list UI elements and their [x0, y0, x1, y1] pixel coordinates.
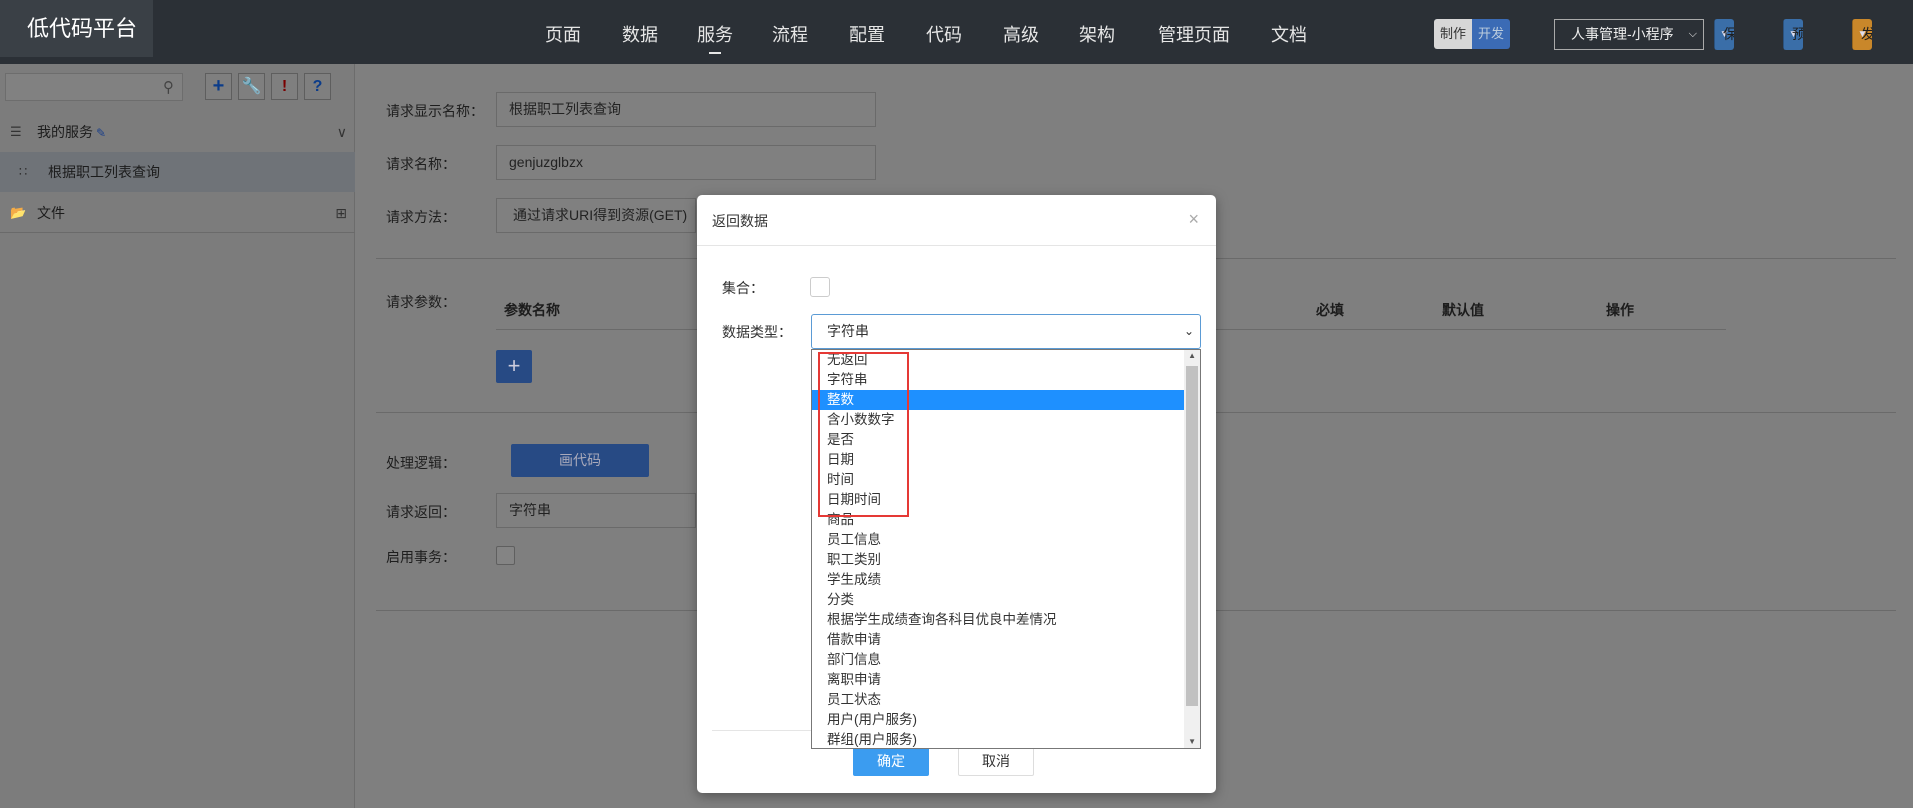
- files-label: 文件: [37, 205, 65, 221]
- collection-label: 集合：: [722, 280, 764, 296]
- col-required: 必填: [1316, 302, 1344, 318]
- add-button[interactable]: +: [205, 73, 232, 100]
- option-item[interactable]: 时间: [812, 470, 1184, 490]
- col-default: 默认值: [1442, 302, 1484, 318]
- search-icon: ⚲: [163, 79, 174, 96]
- data-type-value: 字符串: [827, 323, 869, 339]
- option-item[interactable]: 员工信息: [812, 530, 1184, 550]
- option-item[interactable]: 群组(用户服务): [812, 730, 1184, 748]
- scroll-thumb[interactable]: [1186, 366, 1198, 706]
- sidebar: ⚲ + 🔧 ! ? ☰ 我的服务 ✎ ∨ ∷ 根据职工列表查询 📂 文件 ⊞: [0, 64, 355, 808]
- nav-architecture[interactable]: 架构: [1056, 0, 1138, 64]
- option-item[interactable]: 分类: [812, 590, 1184, 610]
- collection-checkbox[interactable]: [810, 277, 830, 297]
- option-item[interactable]: 借款申请: [812, 630, 1184, 650]
- pencil-icon[interactable]: ✎: [96, 126, 106, 140]
- top-bar: 低代码平台 页面 数据 服务 流程 配置 代码 高级 架构 管理页面 文档 制作…: [0, 0, 1913, 64]
- scroll-up-icon[interactable]: ▲: [1188, 351, 1196, 360]
- publish-label: 发布: [1861, 26, 1872, 42]
- add-param-button[interactable]: +: [496, 350, 532, 383]
- method-select[interactable]: 通过请求URI得到资源(GET): [496, 198, 696, 233]
- option-item[interactable]: 离职申请: [812, 670, 1184, 690]
- close-icon[interactable]: ×: [1188, 209, 1199, 230]
- option-item[interactable]: 根据学生成绩查询各科目优良中差情况: [812, 610, 1184, 630]
- nav-flow[interactable]: 流程: [748, 0, 832, 64]
- nav-config[interactable]: 配置: [832, 0, 902, 64]
- dropdown-scrollbar[interactable]: ▲ ▼: [1184, 350, 1200, 748]
- search-input[interactable]: ⚲: [5, 73, 183, 101]
- warning-button[interactable]: !: [271, 73, 298, 100]
- name-input[interactable]: genjuzglbzx: [496, 145, 876, 180]
- grid-icon: ∷: [19, 164, 28, 179]
- mode-dev[interactable]: 开发: [1472, 19, 1511, 49]
- main-nav: 页面 数据 服务 流程 配置 代码 高级 架构 管理页面 文档: [528, 0, 1328, 64]
- dialog-title: 返回数据: [712, 213, 768, 229]
- cancel-button[interactable]: 取消: [958, 746, 1034, 776]
- project-select-value: 人事管理-小程序: [1571, 26, 1674, 42]
- data-type-label: 数据类型：: [722, 324, 792, 340]
- preview-label: 预览: [1792, 26, 1803, 42]
- option-item[interactable]: 员工状态: [812, 690, 1184, 710]
- dialog-header-divider: [697, 245, 1216, 246]
- col-ops: 操作: [1606, 302, 1634, 318]
- save-label: 保存: [1723, 26, 1734, 42]
- wrench-icon[interactable]: 🔧: [238, 73, 265, 100]
- display-name-input[interactable]: 根据职工列表查询: [496, 92, 876, 127]
- chevron-down-icon: ⌄: [1183, 324, 1194, 338]
- option-item[interactable]: 日期时间: [812, 490, 1184, 510]
- service-item-label: 根据职工列表查询: [48, 164, 160, 180]
- return-label: 请求返回：: [386, 504, 456, 520]
- chevron-down-icon: ⌵: [1688, 28, 1697, 40]
- return-select[interactable]: 字符串: [496, 493, 696, 528]
- tree-files[interactable]: 📂 文件 ⊞: [0, 193, 355, 233]
- option-item[interactable]: 无返回: [812, 350, 1184, 370]
- col-param-name: 参数名称: [504, 302, 560, 318]
- method-label: 请求方法：: [386, 209, 456, 225]
- folder-icon: 📂: [10, 205, 27, 220]
- name-label: 请求名称：: [386, 156, 456, 172]
- option-item[interactable]: 是否: [812, 430, 1184, 450]
- nav-advanced[interactable]: 高级: [986, 0, 1056, 64]
- option-item[interactable]: 用户(用户服务): [812, 710, 1184, 730]
- help-button[interactable]: ?: [304, 73, 331, 100]
- option-item[interactable]: 学生成绩: [812, 570, 1184, 590]
- save-button[interactable]: 保存 ▼: [1714, 19, 1734, 50]
- layers-icon: ☰: [10, 124, 22, 139]
- nav-docs[interactable]: 文档: [1250, 0, 1328, 64]
- tree-service-item[interactable]: ∷ 根据职工列表查询: [0, 152, 355, 192]
- scroll-down-icon[interactable]: ▼: [1188, 737, 1196, 746]
- nav-code[interactable]: 代码: [902, 0, 986, 64]
- params-label: 请求参数：: [386, 294, 456, 310]
- ok-button[interactable]: 确定: [853, 746, 929, 776]
- nav-data[interactable]: 数据: [598, 0, 682, 64]
- transaction-label: 启用事务：: [386, 549, 456, 565]
- data-type-options[interactable]: 无返回 字符串 整数 含小数数字 是否 日期 时间 日期时间 商品 员工信息 职…: [811, 349, 1201, 749]
- nav-page[interactable]: 页面: [528, 0, 598, 64]
- app-logo: 低代码平台: [0, 0, 153, 57]
- mode-toggle[interactable]: 制作 开发: [1434, 19, 1511, 49]
- option-item[interactable]: 字符串: [812, 370, 1184, 390]
- tree-my-services[interactable]: ☰ 我的服务 ✎ ∨: [0, 112, 355, 152]
- nav-service[interactable]: 服务: [682, 0, 748, 64]
- option-item-selected[interactable]: 整数: [812, 390, 1184, 410]
- publish-button[interactable]: 发布 ▼: [1852, 19, 1872, 50]
- draw-code-button[interactable]: 画代码: [511, 444, 649, 477]
- project-select[interactable]: 人事管理-小程序 ⌵: [1554, 19, 1704, 50]
- preview-button[interactable]: 预览 ▼: [1783, 19, 1803, 50]
- nav-admin-page[interactable]: 管理页面: [1138, 0, 1250, 64]
- mode-make[interactable]: 制作: [1434, 19, 1473, 49]
- option-item[interactable]: 部门信息: [812, 650, 1184, 670]
- option-item[interactable]: 商品: [812, 510, 1184, 530]
- grid-view-icon[interactable]: ⊞: [335, 193, 347, 233]
- data-type-select[interactable]: 字符串 ⌄: [811, 314, 1201, 349]
- option-item[interactable]: 日期: [812, 450, 1184, 470]
- my-services-label: 我的服务: [37, 124, 93, 140]
- transaction-checkbox[interactable]: [496, 546, 515, 565]
- option-item[interactable]: 职工类别: [812, 550, 1184, 570]
- chevron-down-icon[interactable]: ∨: [337, 112, 347, 152]
- logic-label: 处理逻辑：: [386, 455, 456, 471]
- display-name-label: 请求显示名称：: [386, 103, 484, 119]
- option-item[interactable]: 含小数数字: [812, 410, 1184, 430]
